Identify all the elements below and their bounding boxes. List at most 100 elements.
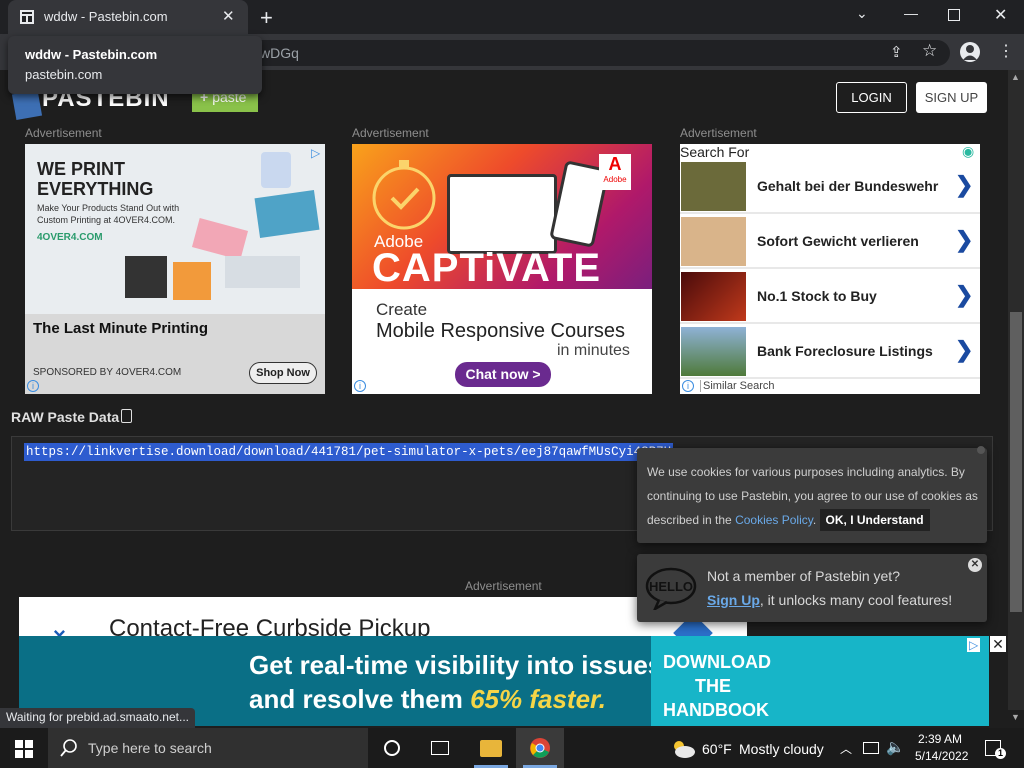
windows-start-icon[interactable] [15, 740, 33, 758]
file-explorer-icon[interactable] [480, 740, 502, 757]
stopwatch-icon [372, 160, 436, 230]
adobe-logo-text: Adobe [603, 175, 627, 184]
cookie-ok-button[interactable]: OK, I Understand [819, 509, 930, 531]
banner-cta: DOWNLOAD [663, 652, 771, 672]
weather-cloudy-icon[interactable] [670, 738, 696, 758]
ad3-footer: Similar Search [700, 380, 775, 392]
cookies-policy-link[interactable]: Cookies Policy [735, 513, 813, 527]
share-icon[interactable]: ⇪ [890, 43, 903, 61]
info-icon[interactable]: i [682, 380, 694, 392]
new-tab-button[interactable]: + [260, 5, 273, 31]
tab-search-chevron-icon[interactable]: ⌄ [856, 5, 868, 22]
cookie-text: . [812, 513, 820, 527]
search-row[interactable]: Bank Foreclosure Listings ❯ [680, 326, 980, 379]
hello-line: , it unlocks many cool features! [759, 592, 953, 608]
ad1-headline: WE PRINT [37, 159, 125, 179]
banner-cta: THE [695, 676, 731, 696]
ad-label: Advertisement [680, 126, 757, 140]
tab-title: wddw - Pastebin.com [44, 9, 168, 24]
ad-adobe-captivate[interactable]: A Adobe Adobe CAPTiVATE Create Mobile Re… [352, 144, 652, 394]
notification-badge: 1 [995, 748, 1006, 759]
info-icon[interactable]: i [354, 380, 366, 392]
chevron-right-icon: ❯ [955, 282, 974, 307]
brochure-image [225, 256, 300, 288]
ad1-shop-now-button[interactable]: Shop Now [249, 362, 317, 384]
browser-tab[interactable]: wddw - Pastebin.com ✕ [8, 0, 248, 34]
search-row[interactable]: Gehalt bei der Bundeswehr ❯ [680, 161, 980, 214]
task-view-icon[interactable] [431, 741, 449, 755]
search-row[interactable]: Sofort Gewicht verlieren ❯ [680, 216, 980, 269]
hello-badge-text: HELLO [649, 579, 693, 594]
menu-kebab-icon[interactable]: ⋮ [998, 41, 1014, 61]
row-thumbnail [681, 272, 746, 321]
banner-cta: HANDBOOK [663, 700, 769, 720]
ad1-subtext: Make Your Products Stand Out with [37, 203, 180, 213]
chrome-taskbar-button[interactable] [516, 728, 564, 768]
adchoices-icon[interactable]: ▷ [311, 146, 320, 160]
banner-close-icon[interactable]: ✕ [990, 636, 1006, 652]
box-image [125, 256, 167, 298]
tab-close-icon[interactable]: ✕ [222, 7, 235, 25]
login-button[interactable]: LOGIN [836, 82, 907, 113]
hello-bubble-icon: HELLO [645, 567, 697, 610]
ad-label: Advertisement [465, 579, 542, 593]
scroll-up-icon[interactable]: ▲ [1011, 72, 1020, 82]
ad2-line: Create [376, 300, 428, 319]
bookmark-star-icon[interactable]: ☆ [922, 41, 937, 61]
window-close-icon[interactable]: ✕ [994, 5, 1007, 25]
chevron-right-icon: ❯ [955, 337, 974, 362]
clock-date: 5/14/2022 [915, 749, 969, 763]
eye-icon[interactable]: ◉ [962, 144, 974, 160]
search-icon [60, 739, 77, 757]
adchoices-icon[interactable]: ▷ [967, 638, 981, 652]
cookie-dot-icon [977, 446, 985, 454]
copy-icon[interactable] [121, 409, 132, 423]
row-label: Gehalt bei der Bundeswehr [757, 178, 939, 194]
hello-signup-link[interactable]: Sign Up [707, 592, 760, 608]
row-label: Bank Foreclosure Listings [757, 343, 933, 359]
tab-hover-tooltip: wddw - Pastebin.com pastebin.com [8, 36, 262, 94]
laptop-image [447, 174, 557, 254]
cortana-icon[interactable] [384, 740, 400, 756]
network-icon[interactable] [863, 742, 879, 754]
ad-label: Advertisement [352, 126, 429, 140]
row-label: No.1 Stock to Buy [757, 288, 877, 304]
restore-icon[interactable] [948, 9, 960, 21]
address-text: wDGq [260, 45, 299, 61]
banner-line: Get real-time visibility into issues [249, 650, 663, 680]
ad2-chat-button[interactable]: Chat now > [455, 362, 551, 387]
row-label: Sofort Gewicht verlieren [757, 233, 919, 249]
chrome-icon [530, 738, 550, 758]
ad-4over4[interactable]: WE PRINT EVERYTHING Make Your Products S… [25, 144, 325, 394]
volume-icon[interactable]: 🔈 [886, 738, 905, 756]
card-image [254, 190, 320, 238]
ad1-title: The Last Minute Printing [33, 320, 208, 337]
tray-chevron-up-icon[interactable]: ︿ [840, 740, 852, 757]
ad1-sponsor: SPONSORED BY 4OVER4.COM [33, 367, 182, 378]
taskbar-search[interactable]: Type here to search [48, 728, 368, 768]
signup-prompt: HELLO Not a member of Pastebin yet? Sign… [637, 554, 987, 622]
chevron-right-icon: ❯ [955, 172, 974, 197]
scrollbar-thumb[interactable] [1010, 312, 1022, 612]
ad-search-for[interactable]: Search For ◉ Gehalt bei der Bundeswehr ❯… [680, 144, 980, 394]
mug-image [261, 152, 291, 188]
ad2-product: CAPTiVATE [372, 246, 602, 290]
info-icon[interactable]: i [27, 380, 39, 392]
profile-avatar[interactable] [960, 42, 980, 62]
scroll-down-icon[interactable]: ▼ [1011, 712, 1020, 722]
row-thumbnail [681, 162, 746, 211]
pastebin-logo-icon[interactable] [11, 89, 43, 121]
weather-desc[interactable]: Mostly cloudy [739, 741, 824, 757]
weather-temp[interactable]: 60°F [702, 741, 732, 757]
row-thumbnail [681, 327, 746, 376]
hello-line: Not a member of Pastebin yet? [707, 568, 900, 584]
search-row[interactable]: No.1 Stock to Buy ❯ [680, 271, 980, 324]
browser-status-bar: Waiting for prebid.ad.smaato.net... [0, 708, 195, 728]
clock[interactable]: 2:39 AM 5/14/2022 [915, 732, 969, 763]
tooltip-url: pastebin.com [25, 67, 103, 82]
hello-close-icon[interactable]: ✕ [968, 558, 982, 572]
signup-button[interactable]: SIGN UP [916, 82, 987, 113]
ad1-headline: EVERYTHING [37, 179, 154, 199]
minimize-icon[interactable]: — [904, 5, 918, 21]
ad1-brand: 4OVER4.COM [37, 232, 103, 243]
